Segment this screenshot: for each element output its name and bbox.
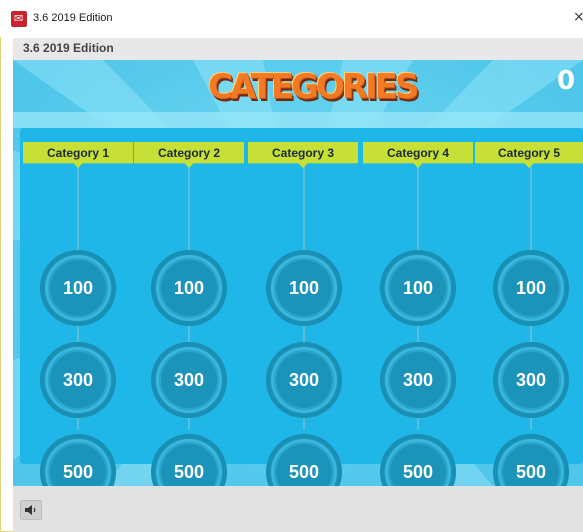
question-tile[interactable]: 100: [151, 250, 227, 326]
question-tile[interactable]: 500: [493, 434, 569, 486]
tile-face: 300: [388, 350, 448, 410]
tile-face: 300: [274, 350, 334, 410]
tile-value: 500: [288, 462, 320, 482]
tile-value: 100: [402, 278, 434, 298]
edition-header: 3.6 2019 Edition: [13, 38, 583, 60]
category-label: Category 3: [271, 146, 335, 160]
tile-value: 100: [62, 278, 94, 298]
edition-label: 3.6 2019 Edition: [23, 41, 114, 55]
title-bar: ✉ 3.6 2019 Edition ×: [0, 0, 583, 37]
category-tab: Category 4: [363, 142, 473, 168]
category-tab: Category 3: [248, 142, 358, 168]
tile-face: 100: [159, 258, 219, 318]
sound-toggle-button[interactable]: [20, 500, 42, 520]
tile-face: 500: [501, 442, 561, 486]
game-logo: CATEGORIES: [208, 67, 419, 107]
tile-value: 500: [402, 462, 434, 482]
question-tile[interactable]: 100: [40, 250, 116, 326]
question-tile[interactable]: 100: [266, 250, 342, 326]
tile-face: 100: [388, 258, 448, 318]
speaker-icon: [25, 505, 36, 515]
tile-value: 100: [173, 278, 205, 298]
tile-value: 500: [515, 462, 547, 482]
question-tile[interactable]: 100: [380, 250, 456, 326]
category-label: Category 5: [497, 146, 561, 160]
category-tab: Category 5: [475, 142, 583, 168]
question-tile[interactable]: 300: [151, 342, 227, 418]
tile-face: 100: [274, 258, 334, 318]
tile-value: 500: [62, 462, 94, 482]
tile-value: 300: [288, 370, 320, 390]
tile-face: 100: [48, 258, 108, 318]
tile-face: 300: [159, 350, 219, 410]
category-tab: Category 1: [23, 142, 133, 168]
tile-value: 300: [515, 370, 547, 390]
category-label: Category 4: [386, 146, 450, 160]
close-icon[interactable]: ×: [573, 9, 583, 25]
tile-value: 100: [288, 278, 320, 298]
score-display: 0: [556, 66, 576, 96]
question-tile[interactable]: 500: [40, 434, 116, 486]
tile-face: 500: [388, 442, 448, 486]
game-stage: CATEGORIES 0 Category 1 100 300 500 Cate…: [13, 60, 583, 486]
tile-face: 300: [501, 350, 561, 410]
tile-face: 500: [159, 442, 219, 486]
window-title: 3.6 2019 Edition: [33, 12, 113, 24]
question-tile[interactable]: 300: [40, 342, 116, 418]
tile-face: 100: [501, 258, 561, 318]
tile-face: 300: [48, 350, 108, 410]
tile-value: 300: [173, 370, 205, 390]
category-label: Category 2: [157, 146, 221, 160]
tile-value: 300: [402, 370, 434, 390]
question-tile[interactable]: 300: [380, 342, 456, 418]
category-label: Category 1: [46, 146, 110, 160]
tile-face: 500: [48, 442, 108, 486]
tile-value: 100: [515, 278, 547, 298]
app-icon: ✉: [11, 11, 27, 27]
tile-value: 300: [62, 370, 94, 390]
tile-value: 500: [173, 462, 205, 482]
tile-face: 500: [274, 442, 334, 486]
question-tile[interactable]: 500: [151, 434, 227, 486]
question-tile[interactable]: 300: [493, 342, 569, 418]
category-tab: Category 2: [134, 142, 244, 168]
question-tile[interactable]: 500: [266, 434, 342, 486]
game-board: Category 1 100 300 500 Category 2 100 30…: [20, 128, 583, 486]
question-tile[interactable]: 100: [493, 250, 569, 326]
question-tile[interactable]: 300: [266, 342, 342, 418]
footer-bar: [13, 486, 583, 532]
question-tile[interactable]: 500: [380, 434, 456, 486]
